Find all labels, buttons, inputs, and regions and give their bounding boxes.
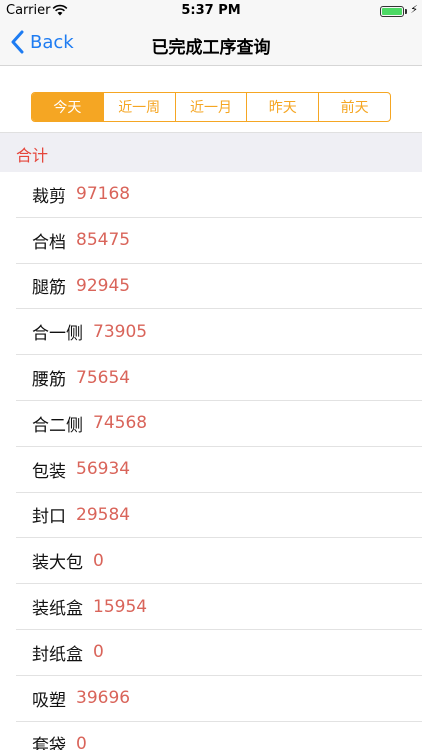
process-count: 0 [93,642,104,663]
process-count: 97168 [76,184,131,205]
list-item[interactable]: 封口 29584 [16,493,422,539]
process-count: 39696 [76,688,131,709]
battery-icon [380,6,404,17]
process-name: 腰筋 [32,370,66,391]
navigation-bar: Back 已完成工序查询 [0,22,422,66]
list-item[interactable]: 裁剪 97168 [16,172,422,218]
segment-last-month[interactable]: 近一月 [176,93,248,121]
list-item[interactable]: 包装 56934 [16,447,422,493]
list-item[interactable]: 吸塑 39696 [16,676,422,722]
process-name: 装大包 [32,553,83,574]
process-name: 吸塑 [32,690,66,711]
process-name: 裁剪 [32,186,66,207]
date-range-selector: 今天 近一周 近一月 昨天 前天 [31,92,391,122]
section-header-label: 合计 [16,146,49,165]
process-count: 73905 [93,321,148,342]
segment-yesterday[interactable]: 昨天 [247,93,320,121]
process-count: 0 [93,550,104,571]
process-name: 封口 [32,507,66,528]
battery-tip [405,9,407,14]
process-name: 腿筋 [32,278,66,299]
process-count: 74568 [93,413,148,434]
process-list: 裁剪 97168 合档 85475 腿筋 92945 合一侧 73905 腰筋 75654… [0,172,422,750]
page-title: 已完成工序查询 [151,38,271,58]
process-count: 29584 [76,504,131,525]
process-name: 包装 [32,461,66,482]
process-count: 0 [76,733,87,750]
process-name: 封纸盒 [32,644,83,665]
process-name: 合档 [32,232,66,253]
section-header-total: 合计 [0,132,422,172]
list-item[interactable]: 合一侧 73905 [16,309,422,356]
process-count: 92945 [76,275,131,296]
segment-day-before-yesterday[interactable]: 前天 [319,93,390,121]
list-item[interactable]: 腿筋 92945 [16,264,422,310]
list-item[interactable]: 合档 85475 [16,218,422,264]
list-item[interactable]: 封纸盒 0 [16,630,422,676]
process-count: 56934 [76,459,131,480]
status-time: 5:37 PM [181,3,241,18]
status-bar: Carrier 5:37 PM ⚡ [0,0,422,22]
process-name: 套袋 [32,736,66,750]
list-item[interactable]: 合二侧 74568 [16,401,422,447]
process-count: 75654 [76,367,131,388]
list-item[interactable]: 腰筋 75654 [16,355,422,401]
process-name: 合一侧 [32,324,83,345]
process-count: 85475 [76,230,131,251]
list-item[interactable]: 装大包 0 [16,538,422,585]
process-count: 15954 [93,596,148,617]
list-item[interactable]: 装纸盒 15954 [16,584,422,630]
list-item[interactable]: 套袋 0 [16,722,422,750]
process-name: 装纸盒 [32,599,83,620]
process-name: 合二侧 [32,415,83,436]
segment-today[interactable]: 今天 [32,93,104,121]
segment-last-week[interactable]: 近一周 [104,93,176,121]
charging-icon: ⚡ [410,3,418,16]
